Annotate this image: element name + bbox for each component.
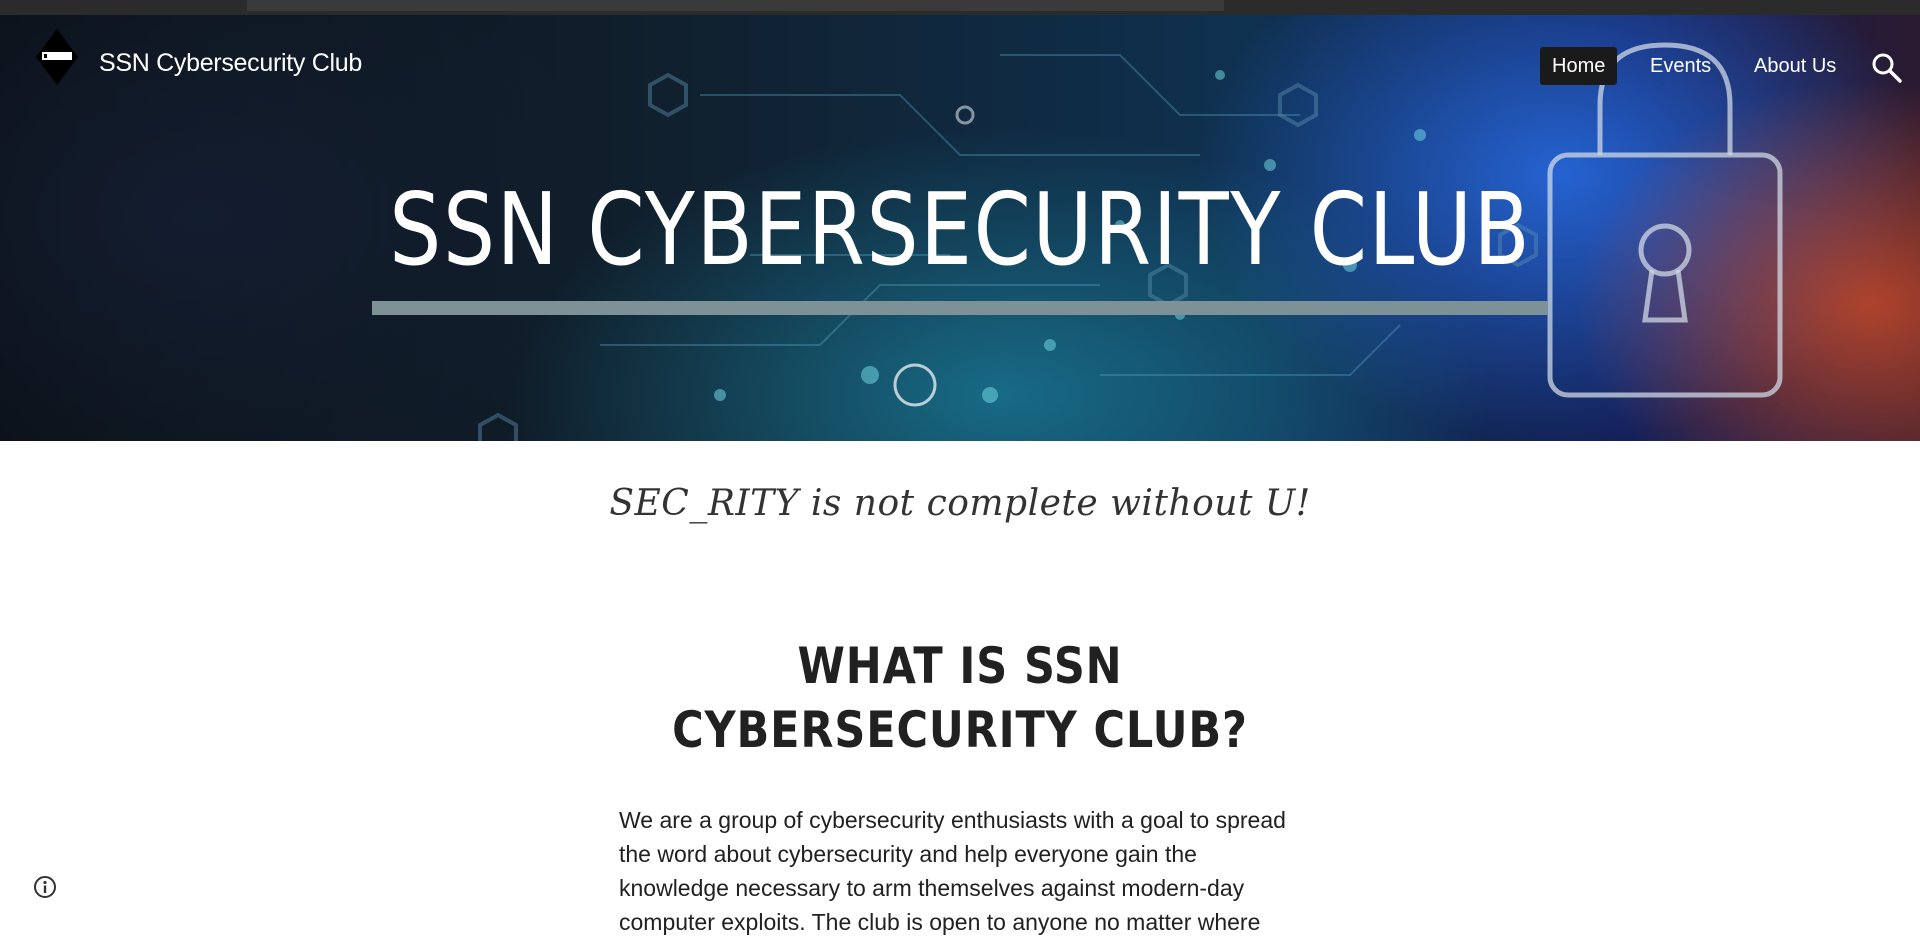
hero-divider [372,301,1548,315]
nav-about-us[interactable]: About Us [1742,47,1848,85]
section-heading: WHAT IS SSN CYBERSECURITY CLUB? [560,634,1360,762]
browser-top-strip [0,0,1920,15]
intro-paragraph: We are a group of cybersecurity enthusia… [619,807,1286,935]
site-name[interactable]: SSN Cybersecurity Club [99,49,362,78]
info-icon[interactable] [32,874,58,900]
tagline: SEC_RITY is not complete without U! [609,483,1311,524]
nav-events[interactable]: Events [1638,47,1723,85]
club-logo-icon[interactable] [34,29,80,85]
search-icon[interactable] [1870,51,1904,85]
nav-home[interactable]: Home [1540,47,1618,85]
hero-title: SSN CYBERSECURITY CLUB [389,171,1532,288]
section-heading-text: WHAT IS SSN CYBERSECURITY CLUB? [672,637,1248,759]
browser-top-strip-inner [247,0,1224,11]
hero-banner: SSN Cybersecurity Club Home Events About… [0,15,1920,441]
